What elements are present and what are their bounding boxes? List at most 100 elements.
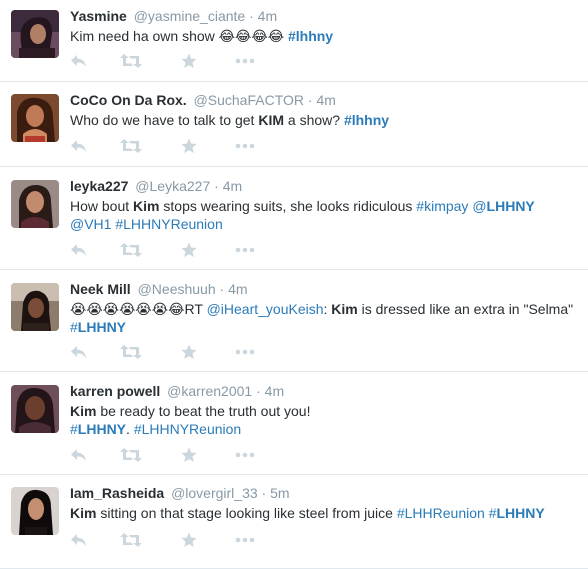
text-segment: is dressed like an extra in "Selma" <box>357 301 574 317</box>
display-name[interactable]: karren powell <box>70 383 160 399</box>
text-segment: 😭😭😭😭😭😭😂RT <box>70 301 207 317</box>
favorite-icon[interactable] <box>181 137 197 155</box>
tweet-text: How bout Kim stops wearing suits, she lo… <box>70 197 576 233</box>
hashtag-link[interactable]: #LHHReunion <box>397 505 485 521</box>
username[interactable]: @Neeshuuh <box>138 281 216 297</box>
tweet-text: 😭😭😭😭😭😭😂RT @iHeart_youKeish: Kim is dress… <box>70 300 576 336</box>
highlighted-keyword: Kim <box>70 403 97 419</box>
timestamp[interactable]: 4m <box>223 178 242 194</box>
mention-link[interactable]: @VH1 <box>70 216 111 232</box>
more-icon[interactable] <box>235 531 255 549</box>
retweet-icon[interactable] <box>120 531 142 549</box>
username[interactable]: @yasmine_ciante <box>134 8 246 24</box>
avatar[interactable] <box>11 487 59 535</box>
hashtag-link[interactable]: LHHNY <box>496 505 544 521</box>
reply-icon[interactable] <box>70 343 88 361</box>
text-segment: . <box>126 421 134 437</box>
reply-icon[interactable] <box>70 52 88 70</box>
avatar[interactable] <box>11 283 59 331</box>
display-name[interactable]: Neek Mill <box>70 281 131 297</box>
username[interactable]: @SuchaFACTOR <box>194 92 304 108</box>
avatar[interactable] <box>11 385 59 433</box>
display-name[interactable]: leyka227 <box>70 178 128 194</box>
tweet[interactable]: leyka227 @Leyka227 · 4m How bout Kim sto… <box>0 167 588 270</box>
reply-icon[interactable] <box>70 241 88 259</box>
text-segment: a show? <box>284 112 344 128</box>
hashtag-link[interactable]: #lhhny <box>344 112 389 128</box>
hashtag-link[interactable]: #LHHNYReunion <box>134 421 241 437</box>
favorite-icon[interactable] <box>181 531 197 549</box>
favorite-icon[interactable] <box>181 52 197 70</box>
retweet-icon[interactable] <box>120 343 142 361</box>
retweet-icon[interactable] <box>120 241 142 259</box>
tweet-actions <box>70 241 270 259</box>
tweet[interactable]: Iam_Rasheida @lovergirl_33 · 5m Kim sitt… <box>0 475 588 569</box>
separator: · <box>261 485 267 501</box>
reply-icon[interactable] <box>70 137 88 155</box>
avatar[interactable] <box>11 180 59 228</box>
tweet[interactable]: CoCo On Da Rox. @SuchaFACTOR · 4m Who do… <box>0 82 588 167</box>
avatar[interactable] <box>11 10 59 58</box>
tweet-actions <box>70 343 270 361</box>
mention-link[interactable]: @iHeart_youKeish <box>207 301 324 317</box>
tweet-actions <box>70 52 270 70</box>
retweet-icon[interactable] <box>120 137 142 155</box>
hashtag-link[interactable]: #kimpay <box>416 198 468 214</box>
favorite-icon[interactable] <box>181 241 197 259</box>
favorite-icon[interactable] <box>181 343 197 361</box>
username[interactable]: @lovergirl_33 <box>171 485 258 501</box>
username[interactable]: @karren2001 <box>167 383 252 399</box>
highlighted-keyword: Kim <box>331 301 358 317</box>
more-icon[interactable] <box>235 241 255 259</box>
tweet[interactable]: karren powell @karren2001 · 4m Kim be re… <box>0 372 588 475</box>
tweet[interactable]: Yasmine @yasmine_ciante · 4m Kim need ha… <box>0 0 588 82</box>
more-icon[interactable] <box>235 343 255 361</box>
reply-icon[interactable] <box>70 531 88 549</box>
hashtag-link[interactable]: LHHNY <box>78 421 126 437</box>
username[interactable]: @Leyka227 <box>135 178 210 194</box>
tweet-header: Yasmine @yasmine_ciante · 4m <box>70 7 576 25</box>
separator: · <box>214 178 219 194</box>
avatar[interactable] <box>11 94 59 142</box>
reply-icon[interactable] <box>70 446 88 464</box>
mention-link[interactable]: @ <box>472 198 486 214</box>
highlighted-keyword: Kim <box>133 198 160 214</box>
hashtag-link[interactable]: # <box>70 421 78 437</box>
timestamp[interactable]: 5m <box>270 485 289 501</box>
retweet-icon[interactable] <box>120 52 142 70</box>
tweet-text: Kim be ready to beat the truth out you! #… <box>70 402 576 438</box>
tweet-actions <box>70 531 270 549</box>
retweet-icon[interactable] <box>120 446 142 464</box>
text-segment: sitting on that stage looking like steel… <box>96 505 397 521</box>
text-segment: be ready to beat the truth out you! <box>96 403 311 419</box>
tweet-feed: Yasmine @yasmine_ciante · 4m Kim need ha… <box>0 0 588 569</box>
more-icon[interactable] <box>235 137 255 155</box>
highlighted-keyword: Kim <box>70 505 97 521</box>
display-name[interactable]: Yasmine <box>70 8 127 24</box>
highlighted-keyword: KIM <box>258 112 285 128</box>
more-icon[interactable] <box>235 52 255 70</box>
display-name[interactable]: CoCo On Da Rox. <box>70 92 187 108</box>
timestamp[interactable]: 4m <box>228 281 247 297</box>
separator: · <box>219 281 225 297</box>
hashtag-link[interactable]: #lhhny <box>288 28 333 44</box>
text-segment: Kim need ha own show 😂😂😂😂 <box>70 28 288 44</box>
tweet-header: Neek Mill @Neeshuuh · 4m <box>70 280 576 298</box>
timestamp[interactable]: 4m <box>258 8 277 24</box>
tweet-header: CoCo On Da Rox. @SuchaFACTOR · 4m <box>70 91 576 109</box>
tweet-text: Kim sitting on that stage looking like s… <box>70 504 576 522</box>
hashtag-link[interactable]: LHHNY <box>78 319 126 335</box>
timestamp[interactable]: 4m <box>316 92 335 108</box>
more-icon[interactable] <box>235 446 255 464</box>
tweet-text: Who do we have to talk to get KIM a show… <box>70 111 576 129</box>
tweet-header: karren powell @karren2001 · 4m <box>70 382 576 400</box>
favorite-icon[interactable] <box>181 446 197 464</box>
hashtag-link[interactable]: #LHHNYReunion <box>115 216 222 232</box>
hashtag-link[interactable]: # <box>70 319 78 335</box>
text-segment: Who do we have to talk to get <box>70 112 259 128</box>
mention-link[interactable]: LHHNY <box>487 198 535 214</box>
tweet[interactable]: Neek Mill @Neeshuuh · 4m 😭😭😭😭😭😭😂RT @iHea… <box>0 270 588 372</box>
display-name[interactable]: Iam_Rasheida <box>70 485 164 501</box>
timestamp[interactable]: 4m <box>265 383 284 399</box>
separator: · <box>256 383 261 399</box>
